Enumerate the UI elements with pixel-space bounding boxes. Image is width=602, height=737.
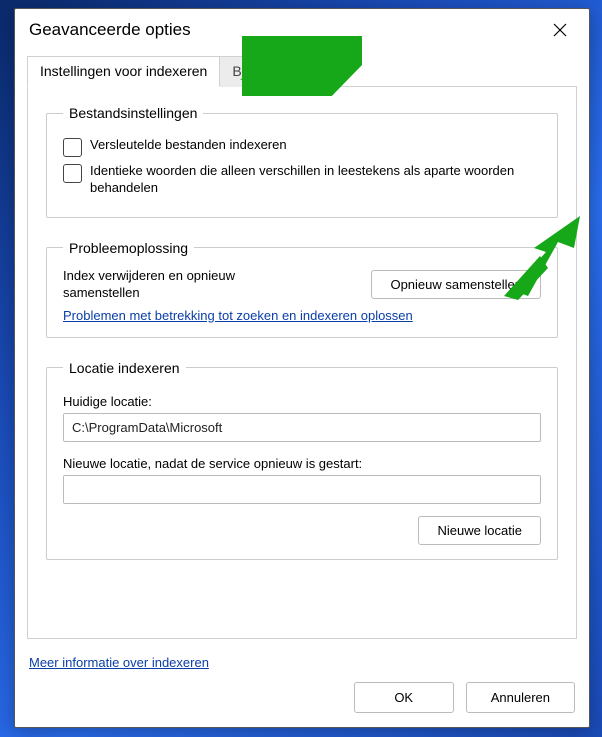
close-icon — [553, 23, 567, 37]
close-button[interactable] — [543, 17, 577, 43]
new-location-label: Nieuwe locatie, nadat de service opnieuw… — [63, 456, 541, 471]
group-file-settings: Bestandsinstellingen Versleutelde bestan… — [46, 105, 558, 218]
group-location: Locatie indexeren Huidige locatie: Nieuw… — [46, 360, 558, 560]
window-title: Geavanceerde opties — [29, 20, 191, 40]
checkbox-encrypted-label: Versleutelde bestanden indexeren — [90, 137, 287, 154]
checkbox-diacritic[interactable] — [63, 164, 82, 183]
new-location-input[interactable] — [63, 475, 541, 504]
checkbox-encrypted[interactable] — [63, 138, 82, 157]
group-troubleshoot-legend: Probleemoplossing — [63, 240, 194, 256]
rebuild-label: Index verwijderen en opnieuw samenstelle… — [63, 268, 293, 302]
dialog-buttons: OK Annuleren — [15, 682, 589, 727]
rebuild-button[interactable]: Opnieuw samenstellen — [371, 270, 541, 299]
current-location-input[interactable] — [63, 413, 541, 442]
rebuild-row: Index verwijderen en opnieuw samenstelle… — [63, 268, 541, 302]
troubleshoot-link[interactable]: Problemen met betrekking tot zoeken en i… — [63, 308, 413, 323]
dialog-window: Geavanceerde opties Instellingen voor in… — [14, 8, 590, 728]
checkbox-row-diacritic[interactable]: Identieke woorden die alleen verschillen… — [63, 163, 541, 197]
tab-content: Bestandsinstellingen Versleutelde bestan… — [27, 87, 577, 639]
cancel-button[interactable]: Annuleren — [466, 682, 575, 713]
titlebar: Geavanceerde opties — [15, 9, 589, 49]
tab-indexing-settings[interactable]: Instellingen voor indexeren — [27, 56, 220, 87]
current-location-label: Huidige locatie: — [63, 394, 541, 409]
checkbox-row-encrypted[interactable]: Versleutelde bestanden indexeren — [63, 137, 541, 157]
footer: Meer informatie over indexeren — [15, 647, 589, 682]
group-troubleshoot: Probleemoplossing Index verwijderen en o… — [46, 240, 558, 338]
ok-button[interactable]: OK — [354, 682, 454, 713]
group-location-legend: Locatie indexeren — [63, 360, 186, 376]
new-location-button[interactable]: Nieuwe locatie — [418, 516, 541, 545]
more-info-link[interactable]: Meer informatie over indexeren — [29, 655, 209, 670]
tab-file-types[interactable]: Bestandstypen — [219, 56, 338, 87]
tab-bar: Instellingen voor indexeren Bestandstype… — [27, 55, 577, 87]
group-file-settings-legend: Bestandsinstellingen — [63, 105, 203, 121]
checkbox-diacritic-label: Identieke woorden die alleen verschillen… — [90, 163, 541, 197]
